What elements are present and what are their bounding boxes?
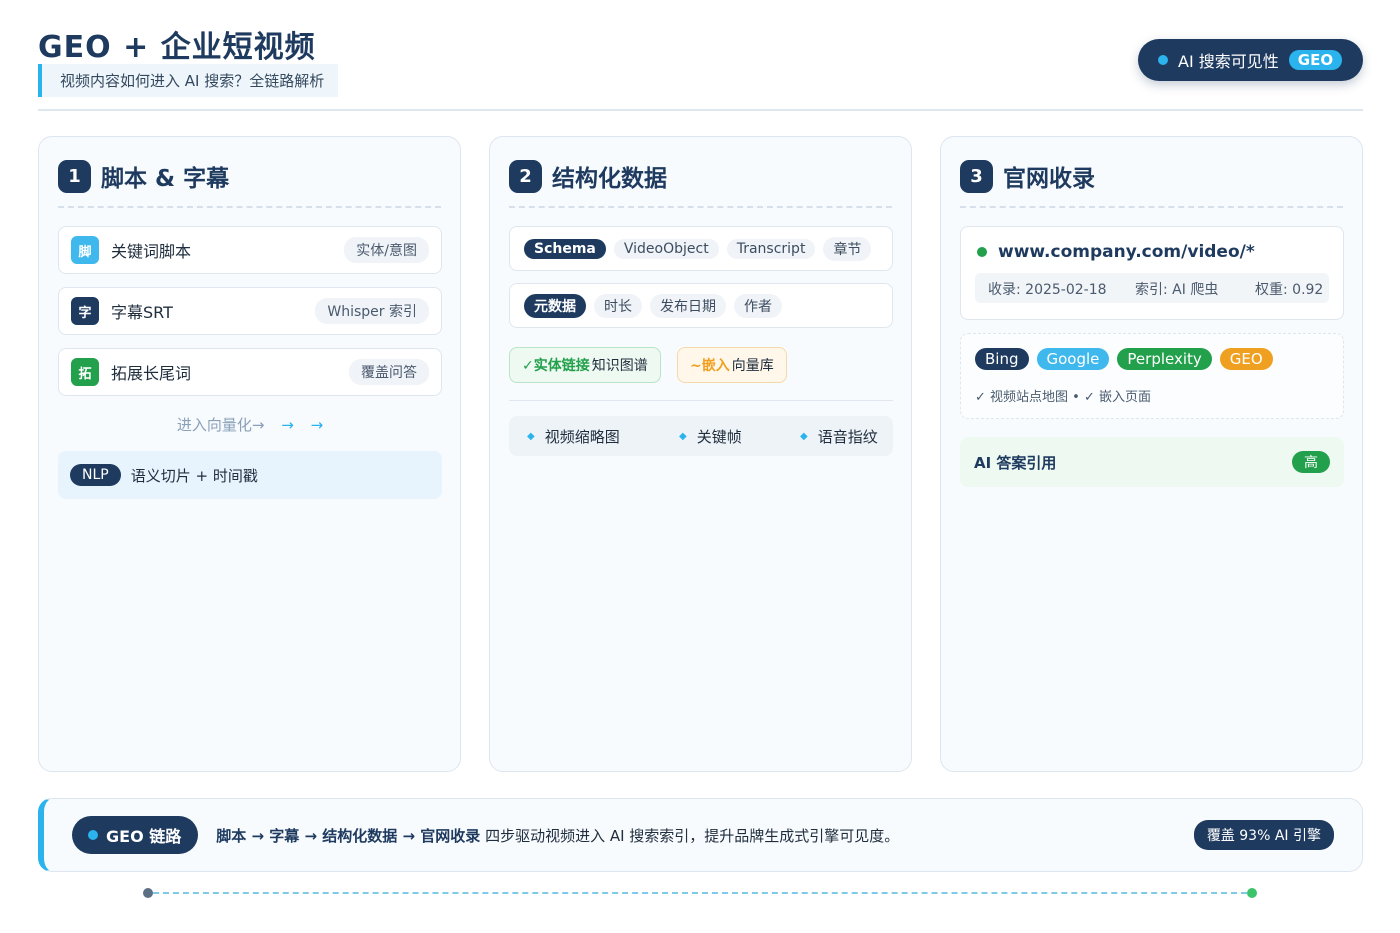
status-dot-icon: [88, 830, 98, 840]
search-engines-panel: Bing Google Perplexity GEO ✓ 视频站点地图 • ✓ …: [960, 333, 1344, 419]
footer-description: 脚本 → 字幕 → 结构化数据 → 官网收录 四步驱动视频进入 AI 搜索索引，…: [216, 825, 899, 846]
duration-chip[interactable]: 时长: [594, 293, 642, 318]
transcript-chip[interactable]: Transcript: [726, 238, 816, 259]
indexed-date: 收录: 2025-02-18: [988, 282, 1107, 298]
url-line[interactable]: www.company.com/video/*: [977, 242, 1255, 262]
engine-list: Bing Google Perplexity GEO: [975, 348, 1273, 370]
geo-tag: GEO: [1288, 50, 1343, 70]
script-icon: 脚: [71, 236, 99, 264]
list-item-long-tail[interactable]: 拓 拓展长尾词 覆盖问答: [58, 348, 442, 396]
card-divider: [960, 206, 1343, 208]
list-item-tag: 实体/意图: [344, 237, 429, 263]
metadata-chip[interactable]: 元数据: [524, 293, 586, 318]
index-meta: 收录: 2025-02-18 索引: AI 爬虫 权重: 0.92: [975, 273, 1329, 303]
feature-list: ◆ 视频缩略图 ◆ 关键帧 ◆ 语音指纹: [509, 416, 893, 456]
author-chip[interactable]: 作者: [734, 293, 782, 318]
citation-level-badge: 高: [1292, 451, 1330, 473]
vector-db-label: 向量库: [731, 358, 774, 374]
footer-banner: GEO 链路 脚本 → 字幕 → 结构化数据 → 官网收录 四步驱动视频进入 A…: [38, 798, 1363, 872]
card-title: 脚本 & 字幕: [101, 166, 230, 192]
section-divider: [509, 400, 893, 401]
list-item: ◆ 关键帧: [679, 426, 742, 447]
diamond-bullet-icon: ◆: [679, 430, 687, 442]
publish-date-chip[interactable]: 发布日期: [650, 293, 726, 318]
flow-indicator: 进入向量化→ → →: [58, 414, 442, 435]
subtitle-icon: 字: [71, 297, 99, 325]
weight-value: 权重: 0.92: [1255, 282, 1324, 298]
status-dot-icon: [977, 247, 987, 257]
progress-line: [153, 892, 1247, 894]
arrow-right-icon: →: [310, 416, 324, 434]
feature-label: 视频缩略图: [544, 427, 620, 446]
footer-steps: 脚本 → 字幕 → 结构化数据 → 官网收录: [216, 826, 481, 845]
url-panel: www.company.com/video/* 收录: 2025-02-18 索…: [960, 226, 1344, 320]
chapter-chip[interactable]: 章节: [823, 236, 872, 261]
ai-citation-row[interactable]: AI 答案引用 高: [960, 437, 1344, 487]
card-header: 2 结构化数据: [509, 159, 667, 193]
url-text: www.company.com/video/*: [998, 242, 1255, 262]
geo-chain-label: GEO 链路: [106, 827, 182, 846]
list-item-label: 拓展长尾词: [111, 364, 192, 383]
list-item-tag: Whisper 索引: [315, 298, 429, 324]
geo-chain-pill[interactable]: GEO 链路: [72, 816, 199, 854]
videoobject-chip[interactable]: VideoObject: [613, 238, 719, 259]
engines-note: ✓ 视频站点地图 • ✓ 嵌入页面: [975, 390, 1151, 405]
list-item: ◆ 视频缩略图: [527, 426, 620, 447]
card-structured-data: 2 结构化数据 Schema VideoObject Transcript 章节…: [489, 136, 912, 772]
list-item-subtitle-srt[interactable]: 字 字幕SRT Whisper 索引: [58, 287, 442, 335]
citation-label: AI 答案引用: [974, 453, 1057, 472]
page-subtitle: 视频内容如何进入 AI 搜索？全链路解析: [38, 64, 339, 97]
card-title: 结构化数据: [552, 166, 667, 192]
expand-icon: 拓: [71, 358, 99, 386]
card-script-subtitles: 1 脚本 & 字幕 脚 关键词脚本 实体/意图 字 字幕SRT Whisper …: [38, 136, 461, 772]
header-divider: [38, 109, 1363, 111]
metadata-row: 元数据 时长 发布日期 作者: [509, 283, 893, 328]
step-number: 2: [509, 159, 542, 193]
list-item-label: 字幕SRT: [111, 303, 173, 322]
arrow-right-icon: →: [281, 416, 294, 434]
card-divider: [509, 206, 892, 208]
progress-start-dot-icon: [143, 888, 153, 898]
schema-chip[interactable]: Schema: [524, 238, 606, 259]
diamond-bullet-icon: ◆: [800, 430, 808, 442]
engine-google[interactable]: Google: [1036, 348, 1110, 370]
knowledge-graph-label: 知识图谱: [591, 358, 648, 374]
footer-text: 四步驱动视频进入 AI 搜索索引，提升品牌生成式引擎可见度。: [485, 826, 900, 845]
entity-link-label: ✓实体链接: [522, 358, 590, 374]
feature-label: 语音指纹: [817, 427, 878, 446]
card-header: 1 脚本 & 字幕: [58, 159, 229, 193]
feature-label: 关键帧: [696, 427, 742, 446]
card-site-indexing: 3 官网收录 www.company.com/video/* 收录: 2025-…: [940, 136, 1363, 772]
status-dot-icon: [1158, 55, 1168, 65]
coverage-badge: 覆盖 93% AI 引擎: [1193, 820, 1334, 850]
engine-perplexity[interactable]: Perplexity: [1117, 348, 1212, 370]
step-number: 3: [960, 159, 993, 193]
embedding-chip[interactable]: ~嵌入 向量库: [677, 347, 787, 383]
badge-label: AI 搜索可见性: [1178, 52, 1279, 71]
list-item: ◆ 语音指纹: [800, 426, 878, 447]
list-item-keyword-script[interactable]: 脚 关键词脚本 实体/意图: [58, 226, 442, 274]
card-divider: [58, 206, 441, 208]
progress-end-dot-icon: [1247, 888, 1257, 898]
nlp-row[interactable]: NLP 语义切片 + 时间戳: [58, 451, 442, 499]
ai-visibility-badge[interactable]: AI 搜索可见性 GEO: [1138, 39, 1363, 81]
flow-label: 进入向量化→: [176, 416, 265, 434]
step-number: 1: [58, 159, 91, 193]
nlp-label: 语义切片 + 时间戳: [130, 466, 258, 485]
page-title: GEO + 企业短视频: [38, 30, 316, 65]
progress-track: [143, 888, 1257, 898]
crawler-index: 索引: AI 爬虫: [1135, 282, 1219, 298]
nlp-tag: NLP: [70, 464, 121, 486]
engine-bing[interactable]: Bing: [975, 348, 1029, 370]
card-title: 官网收录: [1003, 166, 1095, 192]
entity-link-chip[interactable]: ✓实体链接 知识图谱: [509, 347, 661, 383]
list-item-tag: 覆盖问答: [349, 359, 429, 385]
card-header: 3 官网收录: [960, 159, 1095, 193]
diamond-bullet-icon: ◆: [527, 430, 535, 442]
engine-geo[interactable]: GEO: [1219, 348, 1273, 370]
embedding-label: ~嵌入: [690, 358, 730, 374]
list-item-label: 关键词脚本: [111, 242, 192, 261]
schema-row: Schema VideoObject Transcript 章节: [509, 226, 893, 271]
